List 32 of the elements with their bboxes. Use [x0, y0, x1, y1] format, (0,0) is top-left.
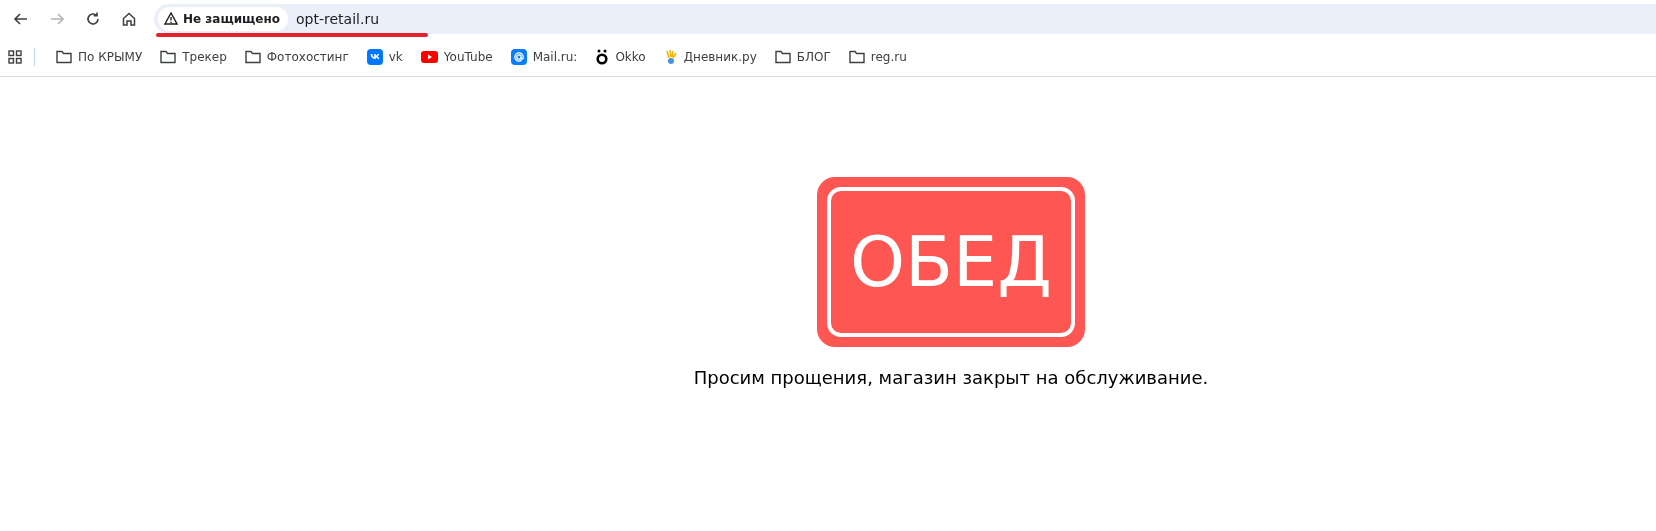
bookmark-item[interactable]: vk	[357, 42, 412, 71]
folder-icon	[244, 49, 261, 64]
folder-icon	[848, 49, 865, 64]
bookmark-item[interactable]: Дневник.ру	[654, 42, 766, 71]
bookmark-item[interactable]: Трекер	[151, 42, 236, 71]
sign-title: ОБЕД	[827, 187, 1075, 337]
bookmark-item[interactable]: Okko	[586, 42, 655, 71]
home-icon	[121, 10, 137, 27]
ring-icon	[595, 48, 610, 65]
bookmark-item[interactable]: reg.ru	[839, 42, 916, 71]
address-bar[interactable]: Не защищено opt-retail.ru	[154, 3, 1656, 34]
bookmark-item[interactable]: Фотохостинг	[235, 42, 358, 71]
apps-grid-icon[interactable]	[8, 49, 22, 64]
hand-icon	[663, 48, 678, 65]
reload-icon	[85, 10, 101, 27]
folder-icon	[160, 49, 177, 64]
folder-icon	[56, 49, 72, 64]
maintenance-message: Просим прощения, магазин закрыт на обслуживание.	[693, 367, 1209, 388]
vk-icon	[366, 48, 383, 65]
forward-icon	[49, 10, 65, 27]
bookmark-item[interactable]: БЛОГ	[765, 42, 840, 71]
back-icon	[13, 10, 29, 27]
bookmark-item[interactable]: Mail.ru:	[501, 42, 587, 71]
security-chip[interactable]: Не защищено	[158, 6, 289, 31]
bookmark-item[interactable]: YouTube	[411, 42, 502, 71]
warning-icon	[164, 12, 178, 25]
security-label: Не защищено	[183, 11, 281, 26]
url-text: opt-retail.ru	[296, 10, 380, 27]
bookmark-item[interactable]: По КРЫМУ	[47, 42, 152, 71]
folder-icon	[774, 49, 791, 64]
play-icon	[420, 50, 438, 63]
at-sign-icon	[510, 48, 527, 65]
